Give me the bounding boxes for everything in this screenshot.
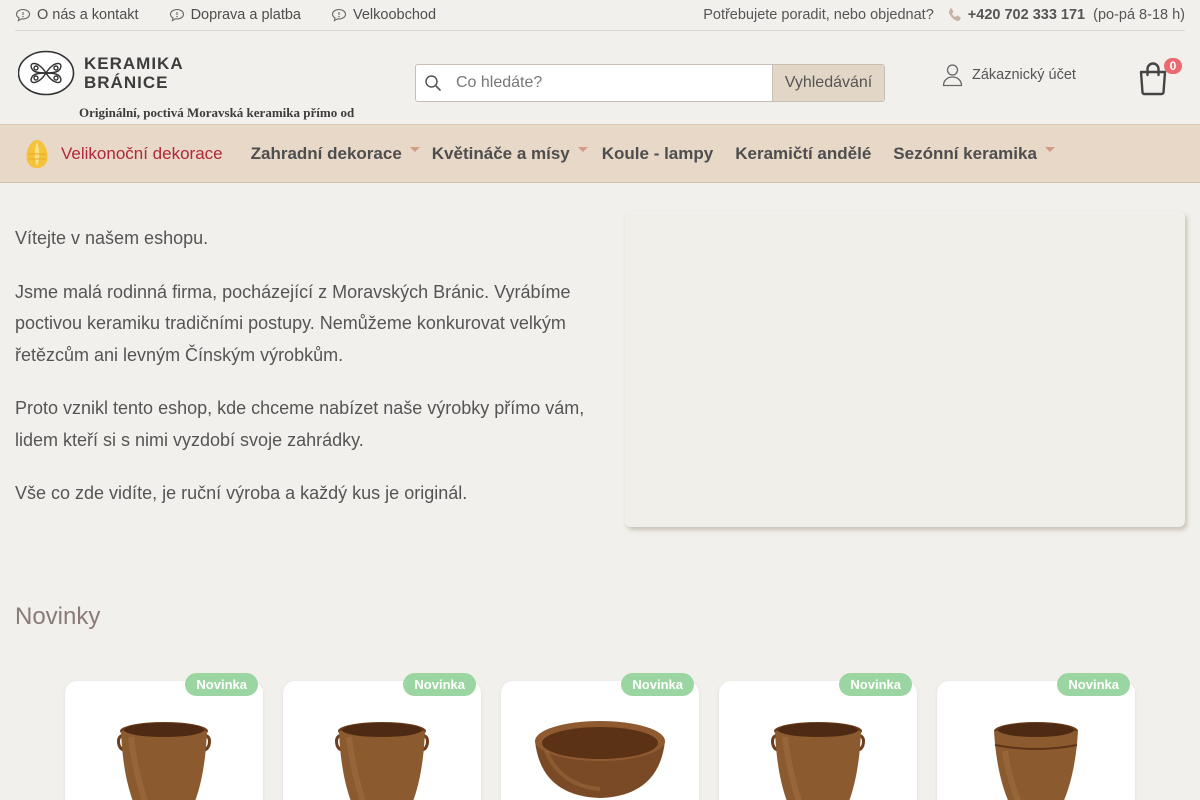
intro-paragraph: Proto vznikl tento eshop, kde chceme nab… [15,398,585,450]
nav-item-seasonal-ceramics[interactable]: Sezónní keramika [893,125,1055,182]
logo-line-2: BRÁNICE [84,73,169,92]
main-nav: Velikonoční dekorace Zahradní dekorace K… [0,124,1200,183]
logo-line-1: KERAMIKA [84,54,184,73]
nav-label: Velikonoční dekorace [61,143,223,163]
easter-egg-icon [26,139,48,168]
clay-pot-image [994,722,1078,800]
customer-account-link[interactable]: Zákaznický účet [942,63,1076,87]
nav-item-ball-lamps[interactable]: Koule - lampy [602,125,713,182]
caret-down-icon [577,147,588,152]
link-shipping-payment[interactable]: Doprava a platba [169,7,301,23]
link-wholesale[interactable]: Velkoobchod [331,7,436,23]
nav-label: Květináče a mísy [431,143,570,163]
nav-label: Koule - lampy [601,143,714,163]
clay-pot-image [335,722,429,800]
user-icon [942,64,963,87]
section-title-new: Novinky [15,603,101,630]
product-card[interactable]: Novinka [719,673,917,800]
intro-paragraph: Vítejte v našem eshopu. [15,228,209,248]
product-card[interactable]: Novinka [937,673,1135,800]
product-card[interactable]: Novinka [283,673,481,800]
nav-item-easter-decorations[interactable]: Velikonoční dekorace [25,125,223,182]
search-button[interactable]: Vyhledávání [772,65,884,101]
nav-item-flowerpots-bowls[interactable]: Květináče a mísy [432,125,588,182]
nav-item-garden-decorations[interactable]: Zahradní dekorace [251,125,420,182]
intro-text: Vítejte v našem eshopu. Jsme malá rodinn… [15,223,590,532]
butterfly-logo-icon [18,50,75,96]
search-input[interactable] [450,65,772,101]
new-badge: Novinka [621,673,694,696]
account-label: Zákaznický účet [972,67,1076,83]
new-badge: Novinka [403,673,476,696]
caret-down-icon [409,147,420,152]
contact-info: Potřebujete poradit, nebo objednat? +420… [703,6,1185,24]
logo[interactable]: KERAMIKA BRÁNICE [18,50,184,96]
clay-pot-image [117,722,211,800]
contact-question: Potřebujete poradit, nebo objednat? [703,7,934,23]
logo-wordmark: KERAMIKA BRÁNICE [84,54,184,92]
hero-banner [625,211,1185,527]
link-about-contact[interactable]: O nás a kontakt [15,7,139,23]
top-bar: O nás a kontakt Doprava a platba Velkoob… [15,0,1185,31]
intro-paragraph: Jsme malá rodinná firma, pocházející z M… [15,281,571,365]
product-card[interactable]: Novinka [501,673,699,800]
phone-icon [948,8,961,22]
caret-down-icon [1044,147,1055,152]
opening-hours: (po-pá 8-18 h) [1093,7,1185,23]
clay-bowl-image [535,721,665,798]
nav-label: Sezónní keramika [893,143,1037,163]
link-label: Doprava a platba [190,7,301,23]
new-badge: Novinka [839,673,912,696]
chat-bubble-icon [169,8,184,22]
chat-bubble-icon [331,8,347,22]
phone-number[interactable]: +420 702 333 171 [968,7,1085,23]
product-card[interactable]: Novinka [65,673,263,800]
chat-bubble-icon [15,8,31,22]
search-bar: Vyhledávání [415,64,885,102]
search-icon [416,65,450,101]
intro-paragraph: Vše co zde vidíte, je ruční výroba a kaž… [15,483,468,503]
cart-count-badge: 0 [1164,58,1182,74]
new-badge: Novinka [185,673,258,696]
link-label: Velkoobchod [353,7,437,23]
nav-item-ceramic-angels[interactable]: Keramičtí andělé [735,125,871,182]
nav-label: Keramičtí andělé [735,143,872,163]
cart-button[interactable]: 0 [1137,58,1183,96]
link-label: O nás a kontakt [37,7,139,23]
nav-label: Zahradní dekorace [250,143,402,163]
new-badge: Novinka [1057,673,1130,696]
top-links: O nás a kontakt Doprava a platba Velkoob… [15,7,466,23]
clay-pot-image [771,722,865,800]
